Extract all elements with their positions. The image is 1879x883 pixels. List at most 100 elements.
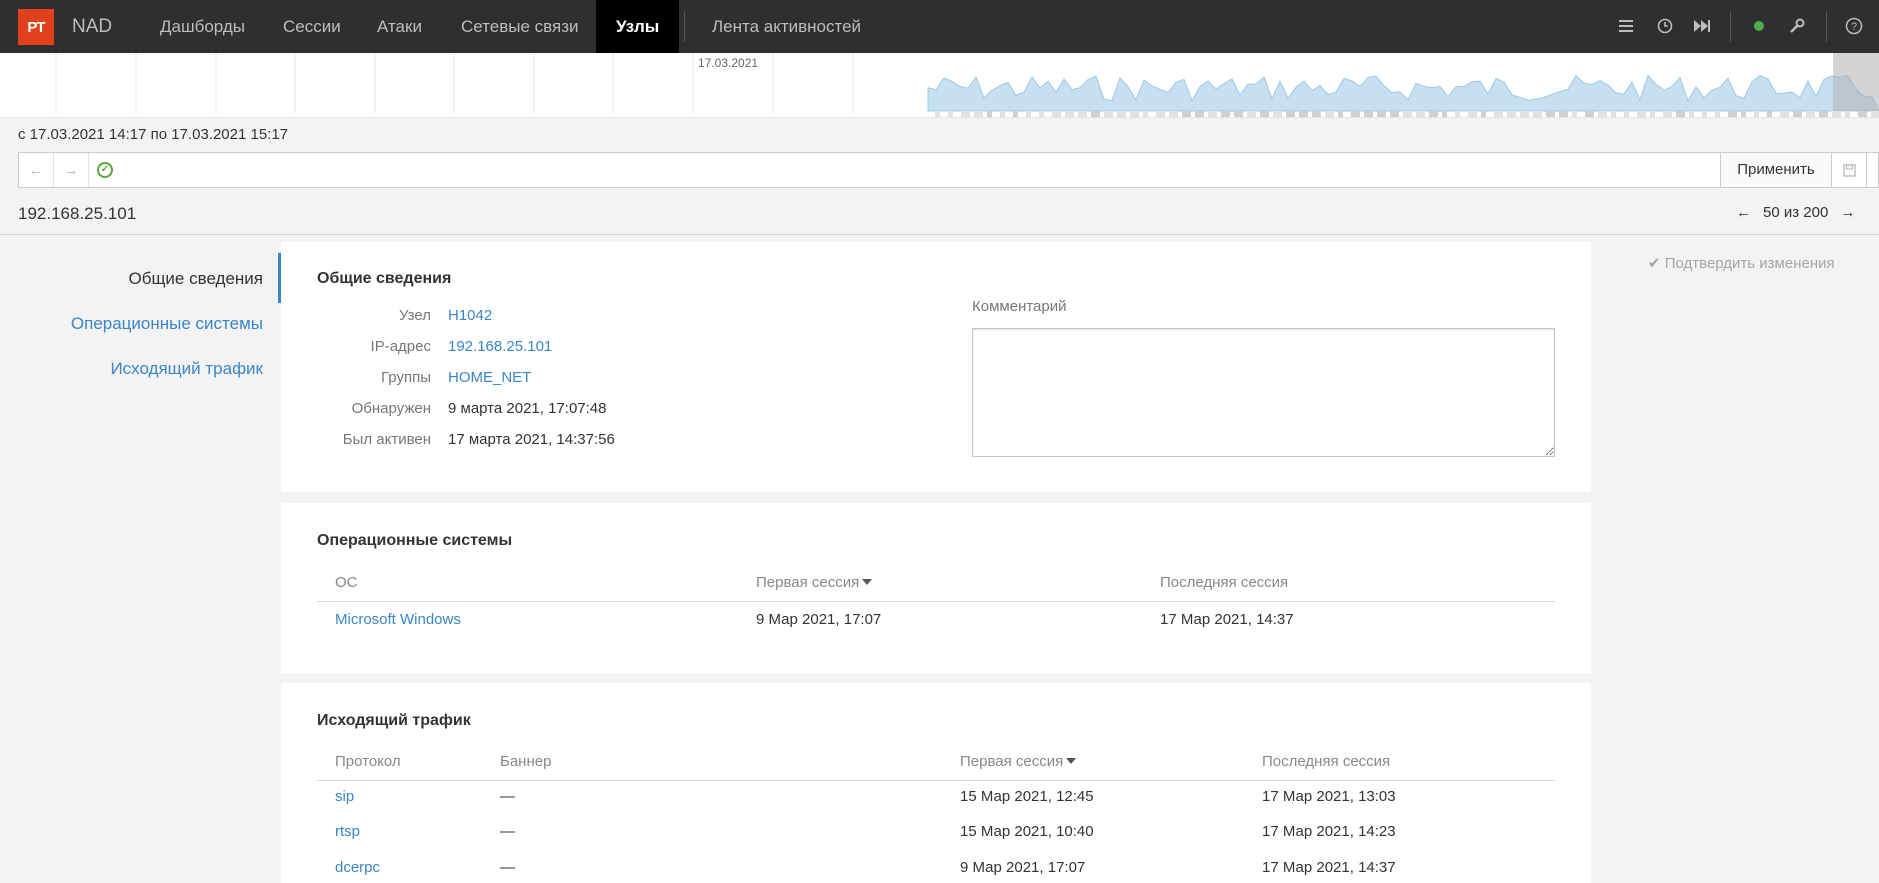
os-card: Операционные системы ОС Первая сессия По… <box>281 503 1591 674</box>
timeline-activity-strip <box>935 111 940 117</box>
os-title: Операционные системы <box>317 532 513 549</box>
traffic-row-first: 15 Мар 2021, 12:45 <box>960 788 1094 805</box>
traffic-row-protocol[interactable]: sip <box>335 788 354 805</box>
sidenav-traffic[interactable]: Исходящий трафик <box>110 359 263 379</box>
pt-logo[interactable]: PT <box>18 9 54 45</box>
field-label-groups: Группы <box>381 369 431 386</box>
nav-hosts[interactable]: Узлы <box>596 0 680 53</box>
traffic-header-line <box>317 780 1555 781</box>
timeline-activity-strip <box>1559 111 1568 117</box>
timeline-activity-strip <box>1156 111 1165 117</box>
traffic-row-banner: — <box>500 823 515 840</box>
nav-sessions[interactable]: Сессии <box>283 0 341 53</box>
timeline-activity-strip <box>1104 111 1113 117</box>
os-row-name[interactable]: Microsoft Windows <box>335 611 461 628</box>
timeline-activity-strip <box>1663 111 1672 117</box>
timeline-activity-strip <box>1585 111 1594 117</box>
timeline-activity-strip <box>1013 111 1018 117</box>
nav-separator <box>1730 11 1731 42</box>
wrench-icon[interactable] <box>1786 15 1808 37</box>
field-value-node[interactable]: H1042 <box>448 307 492 324</box>
timeline-activity-strip <box>1481 111 1486 117</box>
filter-valid-icon: ✓ <box>97 162 113 178</box>
timeline-activity-strip <box>1507 111 1516 117</box>
traffic-row-protocol[interactable]: dcerpc <box>335 859 380 876</box>
field-label-ip: IP-адрес <box>370 338 431 355</box>
field-value-groups[interactable]: HOME_NET <box>448 369 531 386</box>
timeline-chart[interactable]: 17.03.2021 <box>0 53 1879 118</box>
nav-attacks[interactable]: Атаки <box>377 0 422 53</box>
pager-next-button[interactable]: → <box>1840 204 1855 221</box>
traffic-col-protocol[interactable]: Протокол <box>335 753 401 770</box>
fast-forward-icon[interactable] <box>1691 15 1713 37</box>
timeline-activity-strip <box>1442 111 1447 117</box>
timeline-activity-strip <box>1390 111 1399 117</box>
general-title: Общие сведения <box>317 270 452 287</box>
timeline-activity-strip <box>1364 111 1373 117</box>
timeline-activity-strip <box>1754 111 1759 117</box>
timeline-activity-strip <box>1195 111 1204 117</box>
sidenav-os[interactable]: Операционные системы <box>71 314 263 334</box>
os-col-first-session[interactable]: Первая сессия <box>756 574 873 591</box>
filter-bar: ← → ✓ Применить <box>18 152 1879 188</box>
pager-prev-button[interactable]: ← <box>1736 204 1751 221</box>
timeline-activity-strip <box>1728 111 1737 117</box>
timeline-activity-strip <box>1520 111 1529 117</box>
filter-forward-button[interactable]: → <box>54 153 89 187</box>
os-col-last-session[interactable]: Последняя сессия <box>1160 574 1288 591</box>
timeline-activity-strip <box>1403 111 1412 117</box>
sidenav-general[interactable]: Общие сведения <box>128 269 263 289</box>
confirm-changes-button[interactable]: ✔ Подтвердить изменения <box>1648 254 1835 272</box>
timeline-activity-strip <box>1286 111 1295 117</box>
timeline-activity-strip <box>961 111 970 117</box>
status-dot-icon[interactable] <box>1748 15 1770 37</box>
clock-icon[interactable] <box>1654 15 1676 37</box>
comment-textarea[interactable] <box>972 328 1555 457</box>
timeline-activity-strip <box>1468 111 1477 117</box>
nav-separator <box>684 11 685 42</box>
timeline-date-label: 17.03.2021 <box>698 56 759 70</box>
traffic-col-last-session[interactable]: Последняя сессия <box>1262 753 1390 770</box>
timeline-activity-strip <box>1598 111 1607 117</box>
timeline-svg <box>55 53 1879 117</box>
timeline-activity-strip <box>1845 111 1850 117</box>
traffic-title: Исходящий трафик <box>317 712 471 729</box>
nav-activity-feed[interactable]: Лента активностей <box>712 0 861 53</box>
apply-button[interactable]: Применить <box>1720 152 1832 188</box>
pager: ← 50 из 200 → <box>1730 204 1861 221</box>
filter-back-button[interactable]: ← <box>19 153 54 187</box>
nav-network-links[interactable]: Сетевые связи <box>461 0 578 53</box>
list-icon[interactable] <box>1615 15 1637 37</box>
field-label-discovered: Обнаружен <box>351 400 431 417</box>
save-filter-icon[interactable] <box>1831 152 1867 188</box>
timeline-activity-strip <box>1858 111 1867 117</box>
field-label-node: Узел <box>399 307 431 324</box>
timeline-activity-strip <box>1247 111 1256 117</box>
timeline-activity-strip <box>1026 111 1031 117</box>
timeline-activity-strip <box>1338 111 1343 117</box>
timeline-activity-strip <box>1091 111 1100 117</box>
traffic-col-first-session-label: Первая сессия <box>960 753 1064 770</box>
traffic-row-last: 17 Мар 2021, 14:23 <box>1262 823 1396 840</box>
timeline-activity-strip <box>1416 111 1425 117</box>
nav-dashboards[interactable]: Дашборды <box>160 0 245 53</box>
traffic-col-banner[interactable]: Баннер <box>500 753 551 770</box>
confirm-changes-label: Подтвердить изменения <box>1664 255 1835 272</box>
help-icon[interactable]: ? <box>1843 15 1865 37</box>
os-col-os[interactable]: ОС <box>335 574 358 591</box>
product-name[interactable]: NAD <box>72 16 112 38</box>
field-value-ip[interactable]: 192.168.25.101 <box>448 338 552 355</box>
timeline-activity-strip <box>1351 111 1360 117</box>
traffic-col-first-session[interactable]: Первая сессия <box>960 753 1077 770</box>
timeline-activity-strip <box>1260 111 1269 117</box>
timeline-activity-strip <box>1117 111 1126 117</box>
field-label-last-active: Был активен <box>342 431 431 448</box>
timeline-activity-strip <box>1377 111 1386 117</box>
timeline-activity-strip <box>1611 111 1616 117</box>
timeline-activity-strip <box>1143 111 1148 117</box>
traffic-row-last: 17 Мар 2021, 13:03 <box>1262 788 1396 805</box>
timeline-activity-strip <box>1637 111 1646 117</box>
traffic-row-first: 15 Мар 2021, 10:40 <box>960 823 1094 840</box>
traffic-row-protocol[interactable]: rtsp <box>335 823 360 840</box>
timeline-activity-strip <box>1065 111 1074 117</box>
